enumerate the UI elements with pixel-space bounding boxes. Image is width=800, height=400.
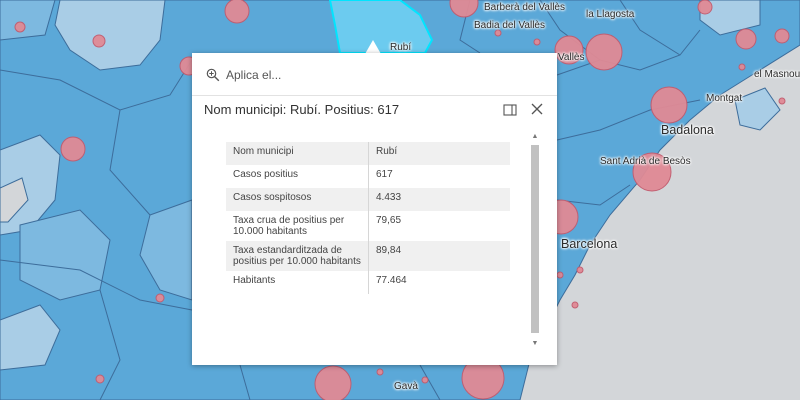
attribute-key: Casos positius: [226, 165, 369, 188]
feature-popup: Aplica el... Nom municipi: Rubí. Positiu…: [192, 53, 557, 365]
popup-divider: [192, 95, 557, 96]
table-row: Casos sospitosos 4.433: [226, 188, 510, 211]
bubble: [774, 28, 790, 44]
zoom-in-icon[interactable]: [206, 68, 220, 82]
place-label: Badia del Vallès: [474, 20, 545, 31]
table-row: Taxa crua de positius per 10.000 habitan…: [226, 211, 510, 241]
bubble: [92, 34, 106, 48]
bubble: [421, 376, 429, 384]
attribute-value: Rubí: [368, 142, 510, 165]
bubble: [314, 365, 352, 400]
attribute-value: 617: [376, 169, 393, 180]
attribute-key: Casos sospitosos: [226, 188, 369, 211]
attribute-key: Habitants: [226, 271, 369, 294]
place-label: el Masnou: [754, 69, 800, 80]
attribute-value: 4.433: [368, 188, 510, 211]
attribute-value: 77.464: [376, 275, 407, 286]
place-label: Gavà: [394, 381, 418, 392]
popup-search-placeholder[interactable]: Aplica el...: [226, 68, 281, 82]
place-label: Barberà del Vallès: [484, 2, 565, 13]
bubble: [571, 301, 579, 309]
bubble: [576, 266, 584, 274]
scrollbar-thumb[interactable]: [531, 145, 539, 333]
bubble: [697, 0, 713, 15]
table-row: Habitants 77.464: [226, 271, 510, 294]
bubble: [95, 374, 105, 384]
attribute-table: Nom municipi Rubí Casos positius 617 Cas…: [226, 142, 510, 294]
scroll-up-icon[interactable]: ▲: [529, 132, 541, 142]
bubble: [155, 293, 165, 303]
place-label: la Llagosta: [586, 9, 635, 20]
place-label: Sant Adrià de Besòs: [600, 156, 691, 167]
bubble: [778, 97, 786, 105]
popup-title: Nom municipi: Rubí. Positius: 617: [204, 102, 400, 117]
attribute-key: Taxa crua de positius per 10.000 habitan…: [226, 211, 369, 241]
popup-pointer: [365, 40, 381, 54]
close-icon[interactable]: [529, 101, 545, 117]
place-label: Barcelona: [561, 237, 618, 251]
bubble: [585, 33, 623, 71]
popup-scrollbar[interactable]: ▲ ▼: [529, 132, 541, 349]
table-row: Casos positius 617: [226, 165, 510, 188]
attribute-key: Nom municipi: [226, 142, 369, 165]
popup-content: Nom municipi Rubí Casos positius 617 Cas…: [192, 128, 557, 353]
table-row: Nom municipi Rubí: [226, 142, 510, 165]
bubble: [556, 271, 564, 279]
bubble: [738, 63, 746, 71]
place-label: Vallès: [558, 52, 585, 63]
bubble: [376, 368, 384, 376]
bubble: [14, 21, 26, 33]
table-row: Taxa estandarditzada de positius per 10.…: [226, 241, 510, 271]
bubble: [533, 38, 541, 46]
place-label: Badalona: [661, 123, 714, 137]
bubble: [735, 28, 757, 50]
attribute-value: 79,65: [376, 215, 402, 226]
bubble: [650, 86, 688, 124]
place-label: Rubí: [390, 42, 412, 53]
attribute-key: Taxa estandarditzada de positius per 10.…: [226, 241, 369, 271]
dock-icon[interactable]: [503, 103, 517, 117]
attribute-value: 89,84: [368, 241, 510, 271]
bubble: [224, 0, 250, 24]
bubble: [60, 136, 86, 162]
scroll-down-icon[interactable]: ▼: [529, 339, 541, 349]
place-label: Montgat: [706, 93, 743, 104]
popup-search[interactable]: Aplica el...: [206, 65, 281, 85]
